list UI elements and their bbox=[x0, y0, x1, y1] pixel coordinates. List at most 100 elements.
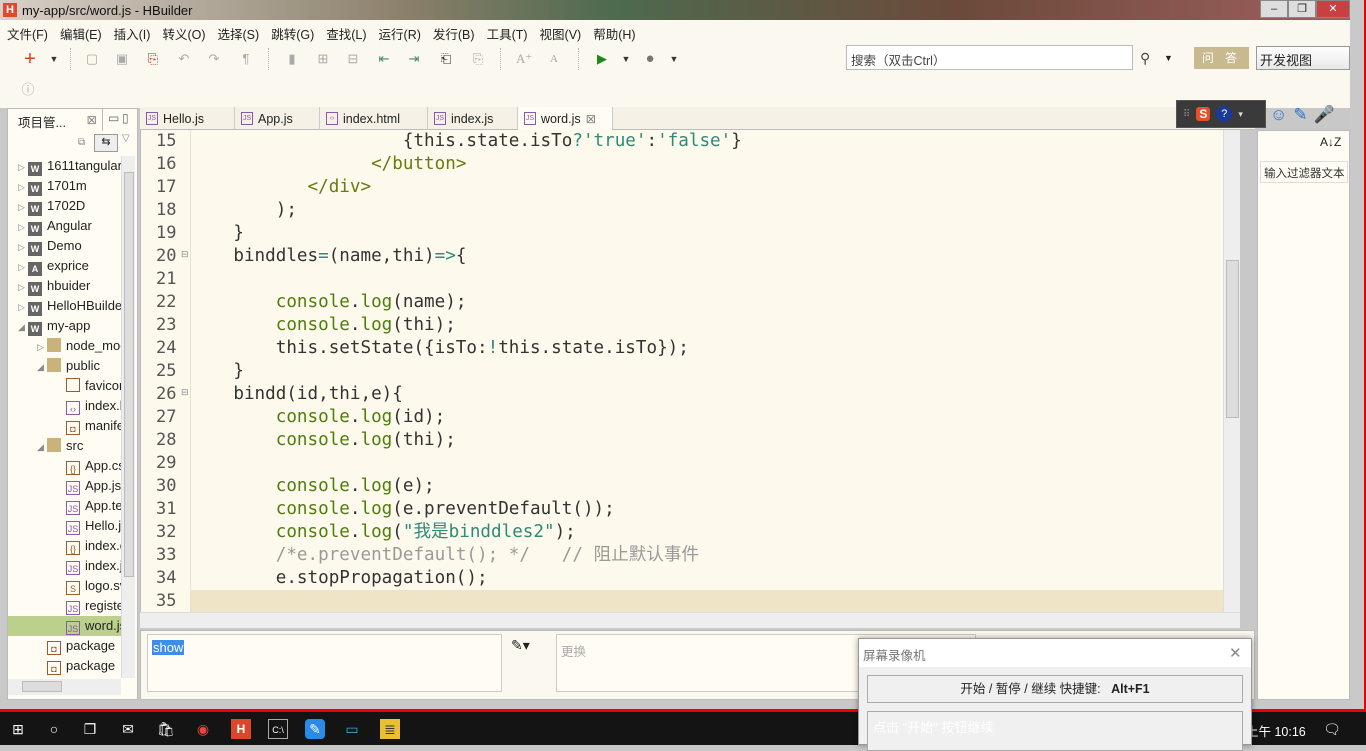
info-icon[interactable]: ⓘ bbox=[20, 82, 36, 98]
editor-horizontal-scrollbar[interactable] bbox=[140, 612, 1240, 628]
tab-index-html[interactable]: ‹› index.html bbox=[320, 107, 428, 130]
code-editor[interactable]: 15 16 17 18 19 20 ⊟ 21 22 23 24 25 26 ⊟ 27 28 29 30 31 32 33… bbox=[140, 130, 1240, 612]
code-line[interactable] bbox=[191, 590, 1223, 612]
close-icon[interactable]: ⊠ bbox=[87, 112, 97, 127]
code-line[interactable] bbox=[191, 452, 1223, 475]
collapse-all-icon[interactable]: ⧉ bbox=[78, 137, 85, 148]
menu-item[interactable]: 视图(V) bbox=[533, 20, 587, 43]
action-center-icon[interactable]: 🗨 bbox=[1322, 719, 1342, 739]
link-editor-icon[interactable]: ⇆ bbox=[94, 134, 118, 152]
find-input[interactable]: show bbox=[147, 634, 502, 692]
code-line[interactable]: console.log(e.preventDefault()); bbox=[191, 498, 1223, 521]
store-icon[interactable]: 🛍 bbox=[156, 719, 176, 739]
help-icon[interactable]: ? bbox=[1216, 106, 1233, 122]
tree-item[interactable]: ▷ Whbuider bbox=[8, 276, 121, 296]
code-line[interactable]: bindd(id,thi,e){ bbox=[191, 383, 1223, 406]
feather-app-icon[interactable]: ✎ bbox=[305, 719, 325, 739]
code-line[interactable]: console.log(name); bbox=[191, 291, 1223, 314]
code-line[interactable]: ); bbox=[191, 199, 1223, 222]
expand-arrow-icon[interactable]: ▷ bbox=[18, 157, 28, 176]
tab-App-js[interactable]: JS App.js bbox=[235, 107, 320, 130]
expand-arrow-icon[interactable]: ▷ bbox=[18, 197, 28, 216]
code-line[interactable]: } bbox=[191, 222, 1223, 245]
close-icon[interactable]: ✕ bbox=[1229, 644, 1242, 662]
tree-item[interactable]: JS Hello.js bbox=[8, 516, 121, 536]
font-decrease-icon[interactable]: A bbox=[546, 51, 562, 67]
insert-icon[interactable]: ⊞ bbox=[315, 51, 331, 67]
code-line[interactable]: console.log(e); bbox=[191, 475, 1223, 498]
tree-item[interactable]: ▷ W 1611tangular bbox=[8, 156, 121, 176]
redo-icon[interactable]: ↷ bbox=[206, 51, 222, 67]
perspective-select[interactable]: 开发视图 bbox=[1256, 46, 1350, 70]
expand-arrow-icon[interactable]: ▷ bbox=[18, 257, 28, 276]
tree-item[interactable]: JS registerServiceWorker bbox=[8, 596, 121, 616]
save-all-icon[interactable]: ▣ bbox=[114, 51, 130, 67]
code-line[interactable]: binddles=(name,thi)=>{ bbox=[191, 245, 1223, 268]
tree-item[interactable]: ◢ src bbox=[8, 436, 121, 456]
tree-item[interactable]: ◢ Wmy-app bbox=[8, 316, 121, 336]
task-view-icon[interactable]: ❐ bbox=[80, 719, 100, 739]
tab-index-js[interactable]: JS index.js bbox=[428, 107, 518, 130]
tree-item[interactable]: ▷ W 1702D bbox=[8, 196, 121, 216]
code-line[interactable]: </div> bbox=[191, 176, 1223, 199]
code-line[interactable]: console.log(id); bbox=[191, 406, 1223, 429]
menu-item[interactable]: 文件(F) bbox=[0, 20, 53, 43]
browser-icon[interactable]: ● bbox=[642, 51, 658, 67]
filter-input[interactable]: 输入过滤器文本 bbox=[1260, 161, 1348, 183]
recorder-shortcut-button[interactable]: 开始 / 暂停 / 继续 快捷键: Alt+F1 bbox=[867, 675, 1243, 703]
run-icon[interactable]: ▶ bbox=[594, 51, 610, 67]
browser-dropdown-icon[interactable]: ▼ bbox=[666, 51, 682, 67]
menu-item[interactable]: 跳转(G) bbox=[264, 20, 319, 43]
menu-item[interactable]: 查找(L) bbox=[319, 20, 371, 43]
menu-item[interactable]: 转义(O) bbox=[155, 20, 210, 43]
cmd-icon[interactable]: C:\ bbox=[268, 719, 288, 739]
code-line[interactable]: console.log(thi); bbox=[191, 429, 1223, 452]
ime-toolbar-icons[interactable]: ☺✎🎤 bbox=[1270, 105, 1341, 125]
expand-arrow-icon[interactable]: ◢ bbox=[37, 357, 47, 376]
uncomment-icon[interactable]: ⎘ bbox=[470, 51, 486, 67]
run-dropdown-icon[interactable]: ▼ bbox=[618, 51, 634, 67]
tree-item[interactable]: ▷ W Angular bbox=[8, 216, 121, 236]
fold-icon[interactable]: ⊟ bbox=[181, 387, 189, 398]
expand-arrow-icon[interactable]: ▷ bbox=[18, 217, 28, 236]
menu-item[interactable]: 选择(S) bbox=[211, 20, 265, 43]
expand-arrow-icon[interactable]: ◢ bbox=[37, 437, 47, 456]
close-tab-icon[interactable]: ⊠ bbox=[586, 111, 596, 126]
comment-icon[interactable]: ⎗ bbox=[438, 51, 454, 67]
tree-item[interactable]: JS App.js bbox=[8, 476, 121, 496]
minimize-button[interactable]: – bbox=[1260, 0, 1288, 18]
expand-arrow-icon[interactable]: ▷ bbox=[18, 177, 28, 196]
tree-item[interactable]: ▷ W 1701m bbox=[8, 176, 121, 196]
expand-arrow-icon[interactable]: ▷ bbox=[37, 337, 47, 356]
search-input[interactable]: 搜索（双击Ctrl） bbox=[846, 45, 1133, 70]
format-icon[interactable]: ¶ bbox=[238, 51, 254, 67]
sogou-icon[interactable]: S bbox=[1196, 107, 1211, 121]
code-line[interactable]: /*e.preventDefault(); */ // 阻止默认事件 bbox=[191, 544, 1223, 567]
close-file-icon[interactable]: ⎘ bbox=[145, 51, 161, 67]
maximize-view-icon[interactable]: ▯ bbox=[122, 111, 129, 125]
editor-vertical-scrollbar[interactable] bbox=[1223, 130, 1240, 612]
cortana-icon[interactable]: ○ bbox=[44, 719, 64, 739]
save-icon[interactable]: ▢ bbox=[84, 51, 100, 67]
code-line[interactable]: this.setState({isTo:!this.state.isTo}); bbox=[191, 337, 1223, 360]
new-icon[interactable]: + bbox=[22, 49, 38, 69]
maximize-button[interactable]: ❐ bbox=[1288, 0, 1316, 18]
clock[interactable]: 上午 10:16 bbox=[1246, 721, 1306, 740]
tree-item[interactable]: ▷ node_modules bbox=[8, 336, 121, 356]
tree-item[interactable]: ‹› index.html bbox=[8, 396, 121, 416]
menu-item[interactable]: 运行(R) bbox=[372, 20, 426, 43]
minimize-view-icon[interactable]: ▭ bbox=[108, 111, 119, 125]
tree-item[interactable]: JS word.js bbox=[8, 616, 121, 636]
new-dropdown-icon[interactable]: ▼ bbox=[46, 51, 62, 67]
tree-item[interactable]: ▷ W Demo bbox=[8, 236, 121, 256]
tree-item[interactable]: favicon bbox=[8, 376, 121, 396]
menu-item[interactable]: 工具(T) bbox=[480, 20, 533, 43]
tree-item[interactable]: Slogo.svg bbox=[8, 576, 121, 596]
jump-left-icon[interactable]: ⇤ bbox=[376, 51, 392, 67]
tree-item[interactable]: {} App.css bbox=[8, 456, 121, 476]
tree-item[interactable]: ◘ manifest bbox=[8, 416, 121, 436]
tree-item[interactable]: JS index.js bbox=[8, 556, 121, 576]
ask-button[interactable]: 问 答 bbox=[1194, 47, 1249, 69]
expand-icon[interactable]: ▾ bbox=[1238, 109, 1243, 120]
menu-item[interactable]: 发行(B) bbox=[426, 20, 480, 43]
